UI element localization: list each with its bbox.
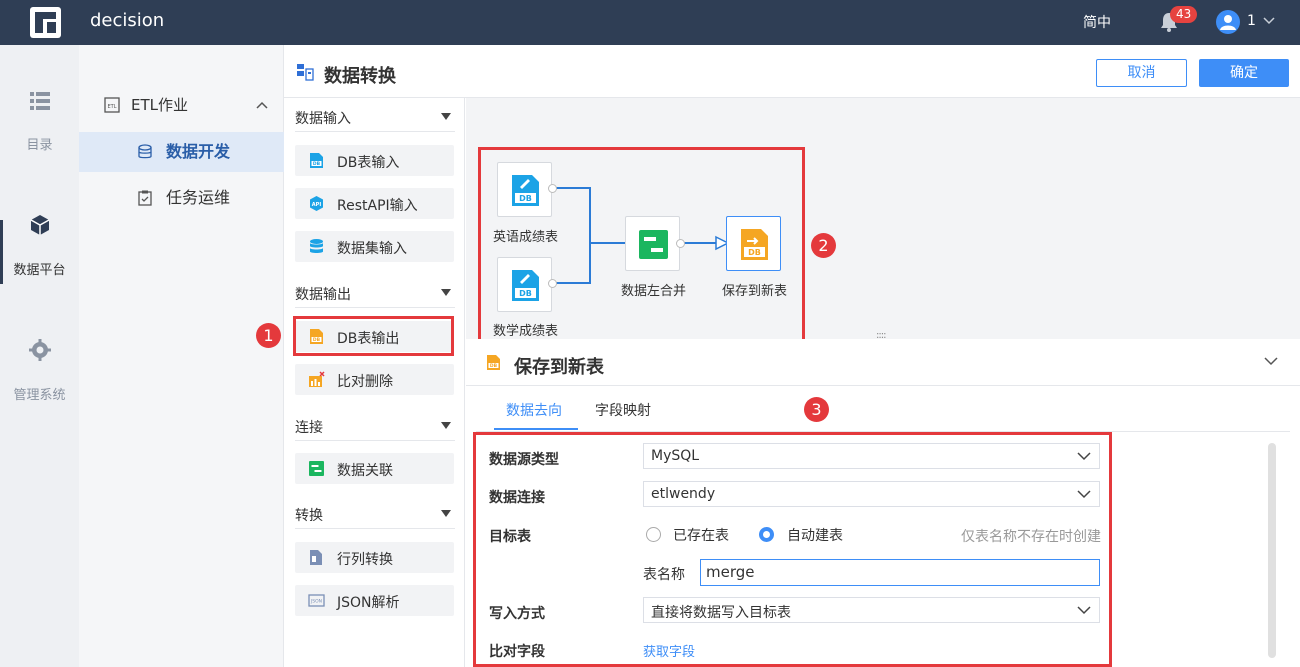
- nav-data-platform[interactable]: 数据平台: [0, 213, 79, 278]
- cancel-button[interactable]: 取消: [1096, 59, 1187, 87]
- palette-item-db-input[interactable]: DB DB表输入: [295, 145, 454, 176]
- palette-section-input[interactable]: 数据输入: [295, 100, 455, 132]
- user-icon: [1220, 15, 1236, 30]
- annotation-badge-3: 3: [804, 397, 829, 422]
- palette-item-label: JSON解析: [337, 595, 400, 611]
- svg-text:DB: DB: [490, 363, 498, 369]
- caret-down-icon[interactable]: [441, 113, 451, 120]
- app-logo[interactable]: [30, 7, 61, 38]
- notification-badge: 43: [1170, 6, 1198, 23]
- svg-text:ETL: ETL: [108, 104, 117, 110]
- palette-item-label: 数据集输入: [337, 241, 407, 257]
- palette-item-json-parse[interactable]: JSON JSON解析: [295, 585, 454, 616]
- panel-title: 保存到新表: [514, 357, 604, 378]
- caret-down-icon[interactable]: [441, 289, 451, 296]
- sub-item-data-dev-label: 数据开发: [166, 142, 231, 161]
- avatar[interactable]: [1216, 10, 1240, 34]
- nav-admin-label: 管理系统: [13, 388, 66, 403]
- palette-section-output[interactable]: 数据输出: [295, 276, 455, 308]
- app-name: decision: [90, 10, 165, 31]
- nav-data-platform-label: 数据平台: [13, 263, 66, 278]
- palette-section-title: 数据输入: [295, 111, 351, 127]
- palette-section-title: 数据输出: [295, 287, 351, 303]
- svg-text:API: API: [312, 202, 322, 208]
- list-icon: [29, 92, 50, 110]
- pivot-icon: [310, 550, 322, 565]
- palette-section-transform[interactable]: 转换: [295, 497, 455, 529]
- join-icon: [309, 461, 324, 476]
- caret-down-icon[interactable]: [441, 510, 451, 517]
- compare-delete-icon: [309, 371, 325, 387]
- sub-item-data-dev[interactable]: 数据开发: [79, 132, 284, 172]
- json-icon: JSON: [308, 594, 325, 607]
- palette-item-label: 行列转换: [337, 552, 393, 568]
- palette-item-label: 比对删除: [337, 374, 393, 390]
- db-input-icon: DB: [310, 153, 323, 168]
- caret-down-icon[interactable]: [441, 422, 451, 429]
- palette-item-data-join[interactable]: 数据关联: [295, 453, 454, 484]
- panel-scrollbar[interactable]: [1268, 443, 1276, 658]
- page-title: 数据转换: [324, 66, 396, 87]
- user-name[interactable]: 1: [1247, 13, 1256, 29]
- palette-item-compare-delete[interactable]: 比对删除: [295, 364, 454, 395]
- etl-icon: ETL: [104, 97, 120, 113]
- clipboard-icon: [138, 190, 152, 206]
- transform-icon: [297, 64, 314, 81]
- palette-item-restapi-input[interactable]: API RestAPI输入: [295, 188, 454, 219]
- annotation-box-3: [473, 432, 1112, 667]
- annotation-box-2: [478, 147, 805, 344]
- confirm-button[interactable]: 确定: [1199, 59, 1289, 87]
- nav-catalog[interactable]: 目录: [0, 90, 79, 153]
- palette-item-label: RestAPI输入: [337, 198, 418, 214]
- tab-data-destination[interactable]: 数据去向: [506, 400, 562, 420]
- active-tab-underline: [494, 428, 578, 430]
- sub-item-task-ops-label: 任务运维: [166, 188, 231, 207]
- annotation-box-1: [293, 316, 454, 356]
- nav-catalog-label: 目录: [26, 138, 53, 153]
- api-icon: API: [310, 196, 323, 211]
- dataset-icon: [310, 239, 323, 253]
- nav-admin[interactable]: 管理系统: [0, 338, 79, 403]
- tab-field-mapping[interactable]: 字段映射: [595, 400, 651, 420]
- page-header: 数据转换 取消 确定: [284, 45, 1300, 98]
- sub-item-task-ops[interactable]: 任务运维: [79, 178, 284, 218]
- chevron-up-icon[interactable]: [255, 100, 269, 110]
- palette-item-label: DB表输入: [337, 155, 400, 171]
- palette-section-title: 转换: [295, 508, 323, 524]
- cube-icon: [30, 215, 49, 235]
- chevron-down-icon[interactable]: [1262, 14, 1276, 28]
- svg-text:JSON: JSON: [310, 599, 322, 605]
- database-icon: [138, 144, 152, 159]
- palette-item-pivot[interactable]: 行列转换: [295, 542, 454, 573]
- palette-item-label: 数据关联: [337, 463, 393, 479]
- left-nav: 目录 数据平台 管理系统: [0, 45, 79, 667]
- sub-nav: ETL ETL作业 数据开发 任务运维: [79, 45, 284, 667]
- chevron-down-icon[interactable]: [1263, 354, 1279, 368]
- svg-text:DB: DB: [313, 161, 321, 167]
- palette-section-join[interactable]: 连接: [295, 409, 455, 441]
- annotation-badge-2: 2: [811, 233, 836, 258]
- palette-section-title: 连接: [295, 420, 323, 436]
- gear-icon: [28, 339, 51, 361]
- annotation-badge-1: 1: [256, 323, 281, 348]
- top-bar: decision 简中 43 1: [0, 0, 1300, 45]
- sub-group-etl[interactable]: ETL作业: [131, 94, 188, 115]
- db-output-icon: DB: [487, 355, 500, 370]
- component-palette: 数据输入 DB DB表输入 API RestAPI输入 数据集输入 数据输出 D…: [284, 98, 465, 667]
- palette-item-dataset-input[interactable]: 数据集输入: [295, 231, 454, 262]
- language-switch[interactable]: 简中: [1083, 12, 1111, 32]
- divider: [466, 385, 1300, 386]
